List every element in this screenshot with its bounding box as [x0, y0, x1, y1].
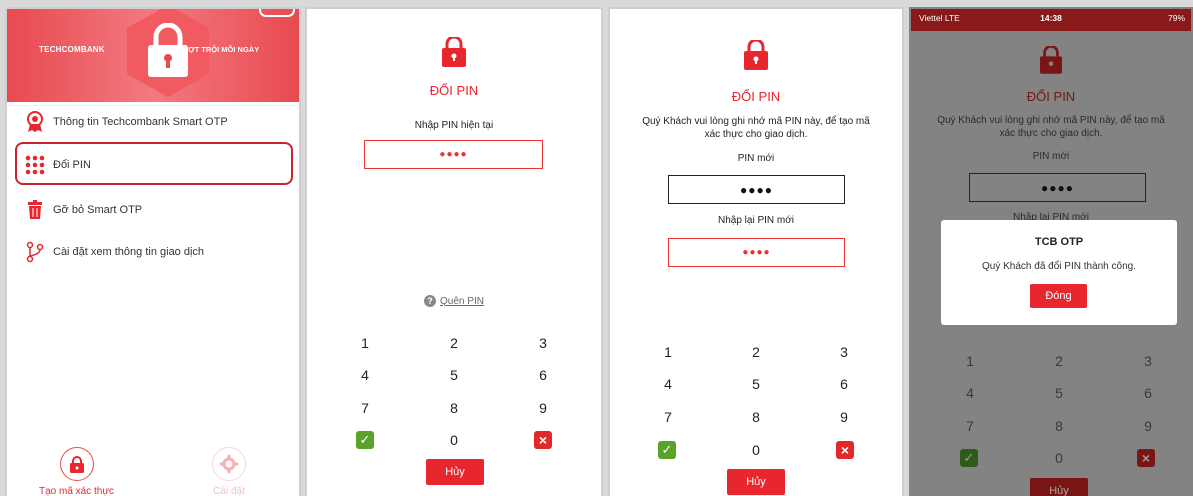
tab-settings[interactable]: Cài đặt	[212, 447, 246, 496]
tab-label: Tạo mã xác thực	[39, 486, 115, 496]
delete-x-icon[interactable]: ×	[1137, 449, 1155, 467]
gear-icon	[220, 455, 238, 473]
key-2[interactable]: 2	[1044, 353, 1074, 369]
lock-icon	[744, 40, 768, 70]
instruction-text: Quý Khách vui lòng ghi nhớ mã PIN này, đ…	[937, 115, 1165, 139]
new-pin-screen: ĐỔI PIN Quý Khách vui lòng ghi nhớ mã PI…	[608, 7, 904, 496]
lock-icon	[1040, 46, 1062, 74]
settings-menu-screen: TECHCOMBANK VƯỢT TRỘI MỖI NGÀY Thông tin…	[5, 7, 301, 496]
key-5[interactable]: 5	[439, 367, 469, 383]
confirm-check-icon[interactable]: ✓	[960, 449, 978, 467]
key-8[interactable]: 8	[439, 400, 469, 416]
key-7[interactable]: 7	[955, 418, 985, 434]
key-4[interactable]: 4	[955, 385, 985, 401]
key-1[interactable]: 1	[653, 344, 683, 360]
tab-create-code[interactable]: Tạo mã xác thực	[39, 447, 114, 496]
key-5[interactable]: 5	[741, 376, 771, 392]
award-ribbon-icon	[25, 111, 45, 132]
delete-x-icon[interactable]: ×	[836, 441, 854, 459]
lock-icon-wrap	[610, 40, 902, 70]
close-button[interactable]: Đóng	[1030, 284, 1087, 308]
new-pin-label: PIN mới	[1032, 151, 1070, 162]
key-2[interactable]: 2	[439, 335, 469, 351]
new-pin-input[interactable]: ●●●●	[668, 175, 845, 204]
lock-icon	[148, 23, 188, 77]
confirm-pin-label: Nhập lại PIN mới	[717, 215, 795, 226]
key-6[interactable]: 6	[528, 367, 558, 383]
key-6[interactable]: 6	[829, 376, 859, 392]
tab-label: Cài đặt	[213, 486, 245, 496]
current-pin-label: Nhập PIN hiện tại	[414, 120, 494, 131]
key-0[interactable]: 0	[439, 432, 469, 448]
key-3[interactable]: 3	[1133, 353, 1163, 369]
dialog-title: TCB OTP	[1034, 236, 1084, 248]
key-7[interactable]: 7	[653, 409, 683, 425]
key-0[interactable]: 0	[741, 442, 771, 458]
key-4[interactable]: 4	[350, 367, 380, 383]
confirm-pin-input[interactable]: ●●●●	[668, 238, 845, 267]
screen-title: ĐỔI PIN	[1026, 89, 1076, 104]
key-9[interactable]: 9	[1133, 418, 1163, 434]
help-icon: ?	[424, 295, 437, 307]
new-pin-label: PIN mới	[737, 153, 775, 164]
key-5[interactable]: 5	[1044, 385, 1074, 401]
enter-current-pin-screen: ĐỔI PIN Nhập PIN hiện tại ●●●● ? Quên PI…	[305, 7, 603, 496]
instruction-text: Quý Khách vui lòng ghi nhớ mã PIN này, đ…	[642, 116, 870, 140]
forgot-pin-link[interactable]: ? Quên PIN	[307, 295, 601, 307]
top-toggle[interactable]	[259, 9, 295, 17]
cancel-button[interactable]: Hủy	[426, 459, 484, 485]
key-1[interactable]: 1	[350, 335, 380, 351]
key-4[interactable]: 4	[653, 376, 683, 392]
menu-item-change-pin[interactable]: Đổi PIN	[25, 155, 91, 175]
pin-changed-screen: Viettel LTE 14:38 79% ĐỔI PIN Quý Khách …	[909, 7, 1193, 496]
dialog-message: Quý Khách đã đổi PIN thành công.	[982, 261, 1136, 272]
menu-item-label: Đổi PIN	[53, 159, 91, 171]
divider	[7, 105, 299, 106]
key-9[interactable]: 9	[528, 400, 558, 416]
menu-item-smart-otp-info[interactable]: Thông tin Techcombank Smart OTP	[25, 111, 228, 132]
clock-text: 14:38	[1040, 13, 1062, 23]
key-7[interactable]: 7	[350, 400, 380, 416]
status-bar: Viettel LTE 14:38 79%	[911, 9, 1191, 31]
key-3[interactable]: 3	[829, 344, 859, 360]
tab-icon-circle	[59, 447, 94, 481]
cancel-button[interactable]: Hủy	[727, 469, 785, 495]
delete-x-icon[interactable]: ×	[534, 431, 552, 449]
current-pin-input[interactable]: ●●●●	[364, 140, 543, 169]
menu-item-remove-smart-otp[interactable]: Gỡ bỏ Smart OTP	[25, 200, 142, 220]
menu-item-label: Cài đặt xem thông tin giao dịch	[53, 246, 205, 258]
menu-item-transaction-view-settings[interactable]: Cài đặt xem thông tin giao dịch	[25, 241, 205, 263]
battery-text: 79%	[1167, 13, 1185, 23]
lock-icon	[442, 37, 466, 67]
branch-icon	[25, 241, 45, 263]
confirm-check-icon[interactable]: ✓	[658, 441, 676, 459]
success-dialog: TCB OTP Quý Khách đã đổi PIN thành công.…	[941, 220, 1177, 325]
lock-icon	[69, 455, 84, 473]
key-2[interactable]: 2	[741, 344, 771, 360]
forgot-pin-label: Quên PIN	[440, 295, 484, 307]
confirm-pin-label: Nhập lại PIN mới	[1012, 212, 1090, 220]
key-6[interactable]: 6	[1133, 385, 1163, 401]
keypad-icon	[25, 155, 45, 175]
tab-icon-circle	[212, 447, 246, 481]
key-8[interactable]: 8	[741, 409, 771, 425]
trash-icon	[25, 200, 45, 220]
lock-icon-wrap	[307, 37, 601, 67]
cancel-button[interactable]: Hủy	[1030, 478, 1088, 496]
key-0[interactable]: 0	[1044, 450, 1074, 466]
screen-title: ĐỔI PIN	[429, 83, 479, 98]
key-8[interactable]: 8	[1044, 418, 1074, 434]
new-pin-input[interactable]: ●●●●	[969, 173, 1146, 202]
key-3[interactable]: 3	[528, 335, 558, 351]
bank-logo-text: TECHCOMBANK	[39, 45, 105, 54]
key-9[interactable]: 9	[829, 409, 859, 425]
menu-item-label: Gỡ bỏ Smart OTP	[53, 204, 143, 216]
brand-banner: TECHCOMBANK VƯỢT TRỘI MỖI NGÀY	[7, 9, 299, 102]
screen-title: ĐỔI PIN	[731, 89, 781, 104]
confirm-check-icon[interactable]: ✓	[356, 431, 374, 449]
key-1[interactable]: 1	[955, 353, 985, 369]
lock-icon-wrap	[911, 46, 1191, 74]
menu-item-label: Thông tin Techcombank Smart OTP	[53, 116, 228, 128]
